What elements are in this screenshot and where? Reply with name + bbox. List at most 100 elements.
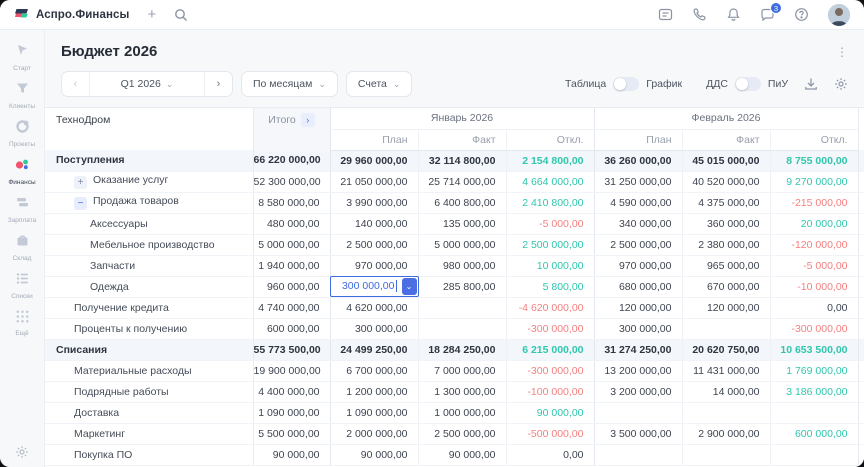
- deviation-cell[interactable]: -5 000,00: [505, 213, 594, 235]
- plan-cell[interactable]: 31 250 000,00: [593, 171, 682, 193]
- deviation-cell[interactable]: -5 000,00: [769, 255, 859, 277]
- deviation-cell[interactable]: -215 000,00: [769, 192, 859, 214]
- plan-cell[interactable]: 3 500 000,00: [593, 423, 682, 445]
- deviation-cell[interactable]: -300 000,00: [769, 318, 859, 340]
- deviation-cell[interactable]: -100 000,00: [505, 381, 594, 403]
- deviation-cell[interactable]: 6 215 000,00: [505, 339, 594, 361]
- plan-cell[interactable]: 21 050 000,00: [329, 171, 418, 193]
- editing-plan-cell[interactable]: 300 000,00 ⌄: [329, 275, 419, 298]
- fact-cell[interactable]: 25 714 000,00: [417, 171, 506, 193]
- fact-cell[interactable]: [417, 297, 506, 319]
- plan-cell[interactable]: 140 000,00: [329, 213, 418, 235]
- fact-cell[interactable]: 20 620 750,00: [681, 339, 770, 361]
- deviation-cell[interactable]: 0,00: [769, 297, 859, 319]
- deviation-cell[interactable]: 3 186 000,00: [769, 381, 859, 403]
- deviation-cell[interactable]: 600 000,00: [769, 423, 859, 445]
- deviation-cell[interactable]: 0,00: [505, 444, 594, 466]
- fact-cell[interactable]: 2 500 000,00: [417, 423, 506, 445]
- plan-cell[interactable]: [593, 402, 682, 424]
- plan-cell[interactable]: 4 620 000,00: [329, 297, 418, 319]
- deviation-cell[interactable]: 8 755 000,00: [769, 150, 859, 172]
- fact-cell[interactable]: [417, 318, 506, 340]
- fact-cell[interactable]: 360 000,00: [681, 213, 770, 235]
- fact-cell[interactable]: 135 000,00: [417, 213, 506, 235]
- download-icon[interactable]: [804, 77, 818, 91]
- total-expand-chevron-icon[interactable]: ›: [300, 113, 315, 127]
- fact-cell[interactable]: 14 000,00: [681, 381, 770, 403]
- deviation-cell[interactable]: -120 000,00: [769, 234, 859, 256]
- fact-cell[interactable]: 90 000,00: [417, 444, 506, 466]
- deviation-cell[interactable]: 20 000,00: [769, 213, 859, 235]
- fact-cell[interactable]: 120 000,00: [681, 297, 770, 319]
- plan-cell[interactable]: 3 990 000,00: [329, 192, 418, 214]
- sidebar-item-start[interactable]: Старт: [0, 38, 44, 76]
- sidebar-item-finance[interactable]: Финансы: [0, 152, 44, 190]
- deviation-cell[interactable]: 90 000,00: [505, 402, 594, 424]
- deviation-cell[interactable]: 4 664 000,00: [505, 171, 594, 193]
- plan-cell[interactable]: 36 260 000,00: [593, 150, 682, 172]
- fact-cell[interactable]: [681, 402, 770, 424]
- fact-cell[interactable]: 980 000,00: [417, 255, 506, 277]
- plan-cell[interactable]: 6 700 000,00: [329, 360, 418, 382]
- fact-cell[interactable]: 45 015 000,00: [681, 150, 770, 172]
- chat-icon[interactable]: 3: [760, 2, 782, 22]
- group-by-dropdown[interactable]: По месяцам ⌄: [241, 71, 338, 97]
- deviation-cell[interactable]: 5 800,00: [505, 276, 594, 298]
- plan-cell[interactable]: 120 000,00: [593, 297, 682, 319]
- period-prev-button[interactable]: ‹: [62, 72, 89, 96]
- plan-cell[interactable]: 970 000,00: [329, 255, 418, 277]
- fact-cell[interactable]: 6 400 800,00: [417, 192, 506, 214]
- expand-icon[interactable]: +: [74, 176, 87, 189]
- period-next-button[interactable]: ›: [205, 72, 232, 96]
- deviation-cell[interactable]: -10 000,00: [769, 276, 859, 298]
- fact-cell[interactable]: 285 800,00: [417, 276, 506, 298]
- plan-cell[interactable]: 4 590 000,00: [593, 192, 682, 214]
- plan-cell[interactable]: 970 000,00: [593, 255, 682, 277]
- deviation-cell[interactable]: 2 500 000,00: [505, 234, 594, 256]
- deviation-cell[interactable]: [769, 402, 859, 424]
- help-icon[interactable]: [794, 7, 809, 22]
- deviation-cell[interactable]: -500 000,00: [505, 423, 594, 445]
- cell-dropdown-button[interactable]: ⌄: [401, 277, 417, 295]
- plan-cell[interactable]: 300 000,00: [593, 318, 682, 340]
- sidebar-item-more[interactable]: Ещё: [0, 304, 44, 342]
- page-menu-kebab-icon[interactable]: ⋮: [836, 46, 848, 58]
- deviation-cell[interactable]: -300 000,00: [505, 360, 594, 382]
- deviation-cell[interactable]: 9 270 000,00: [769, 171, 859, 193]
- plan-cell[interactable]: 90 000,00: [329, 444, 418, 466]
- deviation-cell[interactable]: -300 000,00: [505, 318, 594, 340]
- plan-cell[interactable]: [593, 444, 682, 466]
- plan-cell[interactable]: 1 090 000,00: [329, 402, 418, 424]
- fact-cell[interactable]: [681, 318, 770, 340]
- fact-cell[interactable]: 2 900 000,00: [681, 423, 770, 445]
- plan-cell[interactable]: 24 499 250,00: [329, 339, 418, 361]
- plan-cell[interactable]: 340 000,00: [593, 213, 682, 235]
- search-icon[interactable]: [174, 8, 188, 22]
- fact-cell[interactable]: [681, 444, 770, 466]
- phone-icon[interactable]: [692, 7, 707, 22]
- plan-cell[interactable]: 2 500 000,00: [593, 234, 682, 256]
- fact-cell[interactable]: 4 375 000,00: [681, 192, 770, 214]
- deviation-cell[interactable]: 10 000,00: [505, 255, 594, 277]
- plan-cell[interactable]: 29 960 000,00: [329, 150, 418, 172]
- plan-cell[interactable]: 1 200 000,00: [329, 381, 418, 403]
- sidebar-item-salary[interactable]: Зарплата: [0, 190, 44, 228]
- collapse-icon[interactable]: −: [74, 197, 87, 210]
- fact-cell[interactable]: 32 114 800,00: [417, 150, 506, 172]
- sidebar-settings-icon[interactable]: [0, 445, 44, 459]
- fact-cell[interactable]: 7 000 000,00: [417, 360, 506, 382]
- plan-cell[interactable]: 13 200 000,00: [593, 360, 682, 382]
- fact-cell[interactable]: 1 300 000,00: [417, 381, 506, 403]
- deviation-cell[interactable]: -4 620 000,00: [505, 297, 594, 319]
- deviation-cell[interactable]: 2 410 800,00: [505, 192, 594, 214]
- plan-cell[interactable]: 31 274 250,00: [593, 339, 682, 361]
- plan-cell[interactable]: 3 200 000,00: [593, 381, 682, 403]
- fact-cell[interactable]: 40 520 000,00: [681, 171, 770, 193]
- sidebar-item-lists[interactable]: Списки: [0, 266, 44, 304]
- sidebar-item-clients[interactable]: Клиенты: [0, 76, 44, 114]
- deviation-cell[interactable]: 10 653 500,00: [769, 339, 859, 361]
- plan-cell[interactable]: 680 000,00: [593, 276, 682, 298]
- view-toggle[interactable]: [613, 77, 640, 91]
- app-logo[interactable]: Аспро.Финансы: [14, 8, 129, 21]
- fact-cell[interactable]: 2 380 000,00: [681, 234, 770, 256]
